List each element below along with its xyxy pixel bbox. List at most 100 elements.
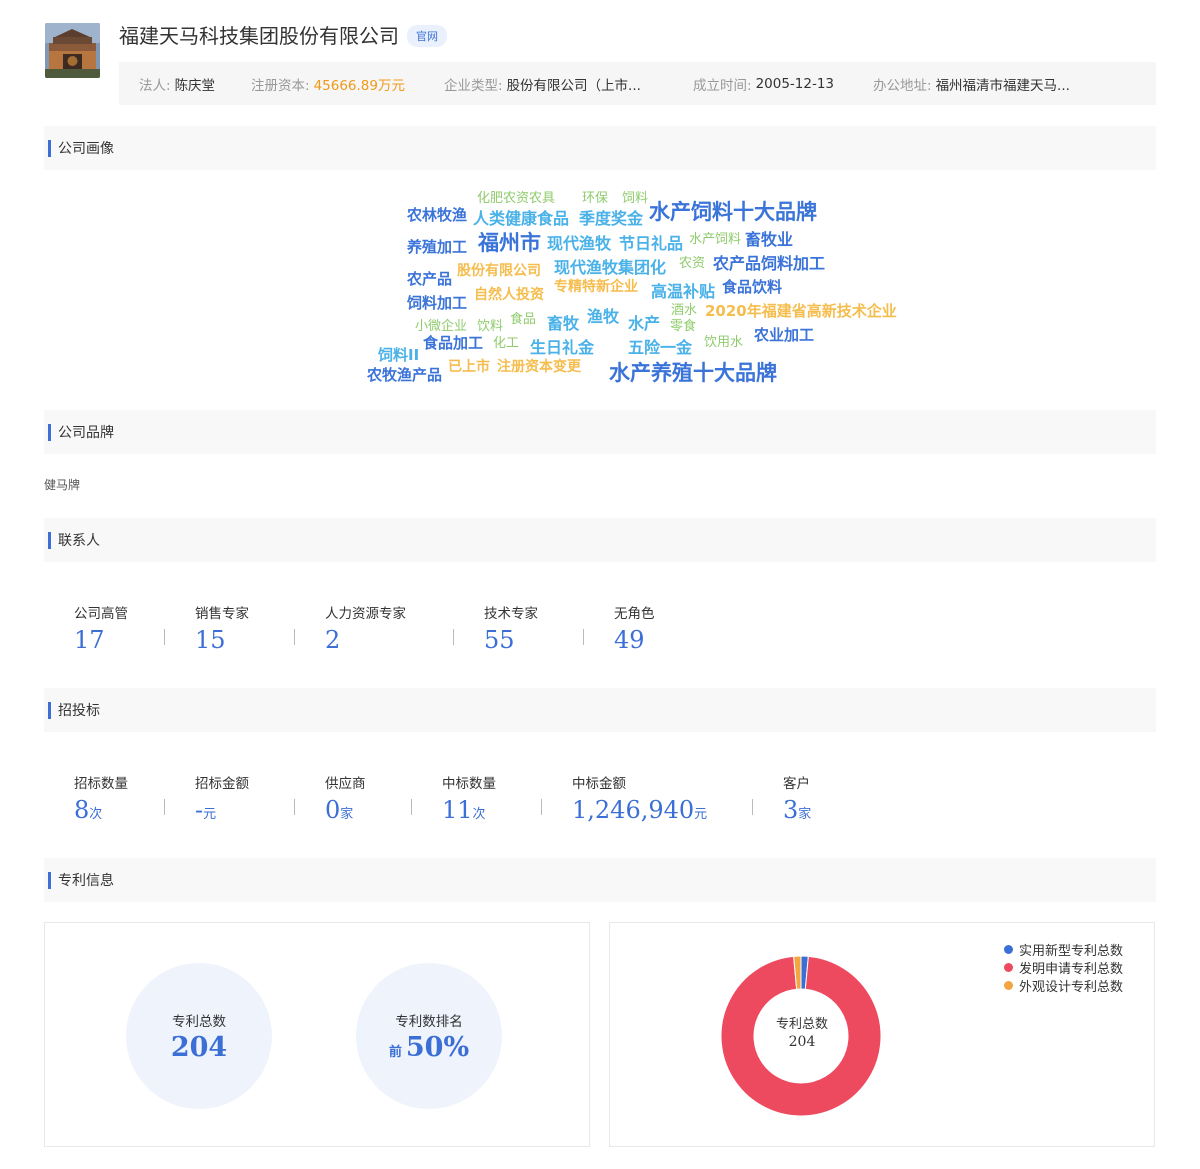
- legal-rep-label: 法人:: [139, 77, 171, 94]
- word-cloud-term: 农产品: [407, 270, 453, 288]
- stat-tech-experts[interactable]: 技术专家 55: [454, 602, 584, 654]
- company-header: 福建天马科技集团股份有限公司 官网 法人: 陈庆堂 注册资本: 45666.89万…: [45, 18, 1156, 106]
- legal-rep-value[interactable]: 陈庆堂: [175, 74, 216, 94]
- section-portrait-header: 公司画像: [44, 126, 1156, 170]
- stat-no-role[interactable]: 无角色 49: [584, 602, 714, 654]
- stat-sales-experts[interactable]: 销售专家 15: [165, 602, 295, 654]
- word-cloud-term: 福州市: [478, 231, 541, 255]
- founded-date: 成立时间: 2005-12-13: [693, 74, 873, 94]
- word-cloud-term: 自然人投资: [474, 287, 544, 303]
- stat-value: 49: [614, 626, 645, 654]
- company-type: 企业类型: 股份有限公司（上市...: [444, 74, 693, 94]
- word-cloud-term: 农牧渔产品: [367, 366, 443, 384]
- type-value: 股份有限公司（上市...: [506, 77, 641, 94]
- patent-chart-card: 专利总数 204 实用新型专利总数 发明申请专利总数 外观设计专利总数: [609, 922, 1155, 1147]
- company-info-bar: 法人: 陈庆堂 注册资本: 45666.89万元 企业类型: 股份有限公司（上市…: [119, 62, 1156, 105]
- section-patents-header: 专利信息: [44, 858, 1156, 902]
- founded-label: 成立时间:: [693, 77, 752, 94]
- section-accent-bar: [48, 871, 51, 889]
- legend-item-utility[interactable]: 实用新型专利总数: [1004, 941, 1124, 959]
- word-cloud-term: 节日礼品: [619, 234, 684, 253]
- stat-value: 11次: [442, 796, 542, 824]
- legend-item-design[interactable]: 外观设计专利总数: [1004, 977, 1124, 995]
- word-cloud-term: 酒水: [671, 303, 698, 318]
- bidding-stats: 招标数量 8次 招标金额 -元 供应商 0家 中标数量 11次 中标金额 1,2…: [44, 772, 883, 824]
- legend-label: 实用新型专利总数: [1019, 943, 1124, 959]
- type-label: 企业类型:: [444, 77, 503, 94]
- word-cloud-term: 水产养殖十大品牌: [609, 361, 777, 385]
- stat-label: 无角色: [614, 606, 655, 622]
- legend-label: 发明申请专利总数: [1019, 961, 1124, 977]
- stat-value: 15: [195, 626, 226, 654]
- word-cloud-term: 食品: [510, 312, 537, 327]
- word-cloud-term: 化肥农资农具: [477, 191, 556, 206]
- section-title: 公司画像: [58, 141, 114, 157]
- stat-unit: 次: [472, 807, 486, 822]
- stat-value: 55: [484, 626, 515, 654]
- capital-value: 45666.89万元: [313, 77, 405, 94]
- legend-dot: [1004, 980, 1013, 990]
- legend-dot: [1004, 962, 1013, 972]
- word-cloud-term: 已上市: [448, 359, 490, 375]
- word-cloud-term: 生日礼金: [530, 338, 595, 357]
- word-cloud-term: 2020年福建省高新技术企业: [705, 302, 897, 320]
- patent-rank-value: 前 50%: [356, 1032, 502, 1063]
- word-cloud-term: 饲料: [622, 191, 649, 206]
- patent-total-circle: 专利总数 204: [126, 963, 272, 1109]
- stat-hr-experts[interactable]: 人力资源专家 2: [295, 602, 454, 654]
- stat-tender-amount[interactable]: 招标金额 -元: [165, 772, 295, 824]
- stat-label: 供应商: [325, 776, 366, 792]
- section-bidding-header: 招投标: [44, 688, 1156, 732]
- stat-value: -元: [195, 796, 295, 824]
- stat-value: 3家: [783, 796, 883, 824]
- patent-total-label: 专利总数: [172, 1014, 226, 1030]
- section-title: 联系人: [58, 533, 100, 549]
- stat-win-count[interactable]: 中标数量 11次: [412, 772, 542, 824]
- word-cloud-term: 化工: [493, 336, 520, 351]
- word-cloud-term: 食品饮料: [722, 278, 783, 296]
- patent-rank-prefix: 前: [388, 1045, 402, 1060]
- legend-label: 外观设计专利总数: [1019, 979, 1124, 995]
- stat-tender-count[interactable]: 招标数量 8次: [44, 772, 165, 824]
- stat-value: 8次: [74, 796, 165, 824]
- stat-executives[interactable]: 公司高管 17: [44, 602, 165, 654]
- stat-unit: 次: [89, 807, 103, 822]
- word-cloud-term: 股份有限公司: [457, 263, 541, 279]
- contacts-stats: 公司高管 17 销售专家 15 人力资源专家 2 技术专家 55 无角色 49: [44, 602, 714, 654]
- capital-label: 注册资本:: [251, 77, 310, 94]
- stat-win-amount[interactable]: 中标金额 1,246,940元: [542, 772, 753, 824]
- word-cloud-term: 专精特新企业: [554, 279, 638, 295]
- word-cloud-term: 高温补贴: [651, 282, 716, 301]
- word-cloud-term: 注册资本变更: [497, 359, 581, 375]
- stat-number: 11: [442, 796, 473, 824]
- word-cloud-term: 水产: [628, 314, 661, 333]
- word-cloud-term: 畜牧业: [745, 230, 794, 249]
- word-cloud-term: 零食: [670, 319, 697, 334]
- patent-summary-card: 专利总数 204 专利数排名 前 50%: [44, 922, 590, 1147]
- stat-label: 技术专家: [484, 606, 538, 622]
- company-name: 福建天马科技集团股份有限公司 官网: [119, 20, 447, 49]
- stat-value: 2: [325, 626, 341, 654]
- section-title: 公司品牌: [58, 425, 114, 441]
- word-cloud-term: 小微企业: [415, 319, 468, 334]
- word-cloud-term: 饮用水: [704, 335, 744, 350]
- stat-value: 17: [74, 626, 105, 654]
- section-title: 专利信息: [58, 873, 114, 889]
- stat-suppliers[interactable]: 供应商 0家: [295, 772, 412, 824]
- patent-rank-number: 50%: [405, 1032, 470, 1063]
- brand-name: 健马牌: [44, 478, 81, 492]
- legend-item-invention[interactable]: 发明申请专利总数: [1004, 959, 1124, 977]
- section-brand-header: 公司品牌: [44, 410, 1156, 454]
- section-accent-bar: [48, 423, 51, 441]
- word-cloud-term: 水产饲料: [689, 232, 742, 247]
- official-site-link[interactable]: 官网: [407, 25, 447, 47]
- legend-dot: [1004, 944, 1013, 954]
- word-cloud-term: 养殖加工: [407, 238, 468, 256]
- word-cloud-term: 渔牧: [587, 307, 620, 326]
- stat-value: 1,246,940元: [572, 796, 753, 824]
- stat-number: 0: [325, 796, 341, 824]
- donut-center: 专利总数 204: [760, 1013, 844, 1050]
- stat-value: 0家: [325, 796, 412, 824]
- stat-customers[interactable]: 客户 3家: [753, 772, 883, 824]
- patent-rank-label: 专利数排名: [395, 1014, 463, 1030]
